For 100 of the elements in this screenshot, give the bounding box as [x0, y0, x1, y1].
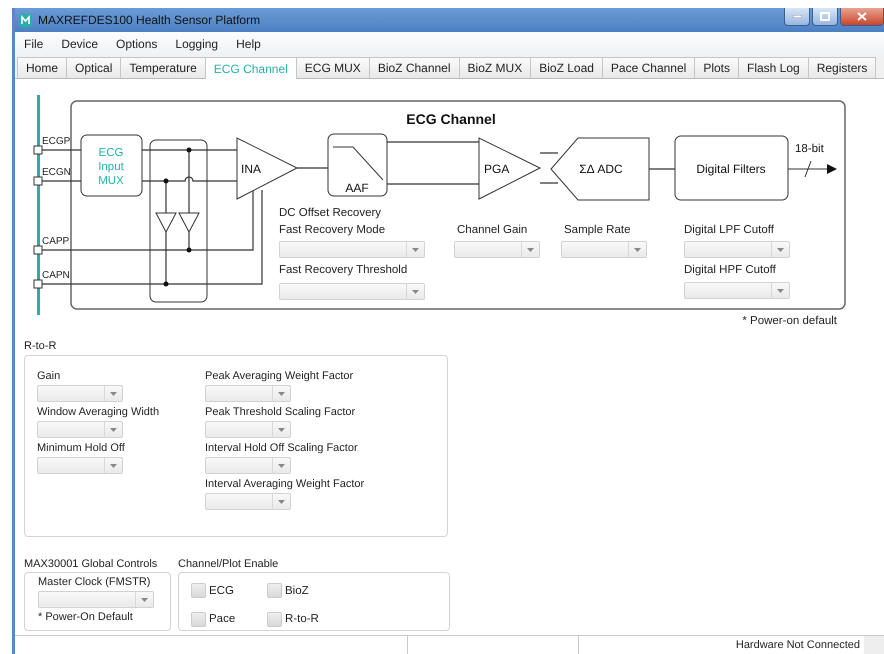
- tab[interactable]: BioZ Channel: [368, 57, 460, 78]
- group-title: MAX30001 Global Controls: [24, 558, 158, 570]
- field-label: Master Clock (FMSTR): [38, 576, 152, 588]
- dropdown[interactable]: [279, 283, 425, 300]
- dropdown[interactable]: [279, 241, 425, 258]
- caret-icon: [527, 248, 534, 252]
- dropdown[interactable]: [37, 421, 123, 438]
- field-label: Interval Averaging Weight Factor: [205, 478, 364, 490]
- tab[interactable]: BioZ MUX: [458, 57, 532, 78]
- caret-icon: [777, 288, 784, 292]
- tab[interactable]: Registers: [808, 57, 876, 78]
- close-button[interactable]: [840, 8, 884, 26]
- dropdown[interactable]: [37, 385, 123, 402]
- caret-icon: [412, 290, 419, 294]
- checkbox-label: R-to-R: [285, 613, 319, 626]
- checkbox-label: Pace: [209, 613, 236, 626]
- filters-label: Digital Filters: [696, 162, 766, 176]
- checkbox[interactable]: [267, 583, 282, 598]
- maximize-icon: [820, 12, 830, 21]
- caret-icon: [141, 598, 148, 602]
- footnote: * Power-on default: [742, 315, 837, 327]
- field-label: Digital HPF Cutoff: [684, 264, 776, 276]
- dropdown[interactable]: [454, 241, 540, 258]
- adc-label: ΣΔ ADC: [579, 162, 623, 176]
- pin-terminal: [34, 280, 42, 288]
- caret-icon: [110, 464, 117, 468]
- footnote: * Power-On Default: [38, 611, 134, 623]
- app-logo-icon: [19, 14, 32, 26]
- bit-width-label: 18-bit: [795, 143, 824, 155]
- tab[interactable]: Pace Channel: [602, 57, 696, 78]
- tab[interactable]: Flash Log: [738, 57, 809, 78]
- input-mux-block: [80, 134, 142, 196]
- field-label: Peak Threshold Scaling Factor: [205, 406, 356, 418]
- caret-icon: [634, 248, 641, 252]
- field-label: Sample Rate: [564, 224, 630, 236]
- mux-label: ECG: [98, 147, 124, 159]
- ina-amplifier: [236, 137, 298, 200]
- buffer-triangle: [155, 212, 177, 234]
- dropdown[interactable]: [37, 457, 123, 474]
- checkbox[interactable]: [267, 612, 282, 627]
- buffer-triangle: [178, 212, 200, 234]
- pin-terminal: [34, 176, 42, 186]
- tab[interactable]: Optical: [66, 57, 122, 78]
- field-label: Window Averaging Width: [37, 406, 160, 418]
- pga-label: PGA: [484, 162, 510, 176]
- dropdown[interactable]: [205, 385, 291, 402]
- caret-icon: [412, 248, 419, 252]
- dropdown[interactable]: [38, 591, 154, 608]
- maximize-button[interactable]: [812, 8, 838, 26]
- menu-item[interactable]: Options: [107, 37, 166, 51]
- window-title: MAXREFDES100 Health Sensor Platform: [38, 13, 260, 27]
- pin-terminal: [34, 246, 42, 254]
- lowpass-icon: [332, 146, 384, 180]
- checkbox-label: ECG: [209, 584, 234, 597]
- resize-grip[interactable]: [864, 636, 884, 654]
- tab[interactable]: BioZ Load: [530, 57, 603, 78]
- pin-label: ECGP: [42, 136, 70, 147]
- minimize-button[interactable]: [784, 8, 810, 26]
- field-label: Channel Gain: [457, 224, 528, 236]
- dropdown[interactable]: [561, 241, 647, 258]
- dropdown[interactable]: [205, 493, 291, 510]
- pin-label: ECGN: [42, 167, 71, 178]
- tab[interactable]: Plots: [694, 57, 739, 78]
- menu-item[interactable]: Logging: [166, 37, 228, 51]
- group-title: Channel/Plot Enable: [178, 558, 278, 570]
- checkbox[interactable]: [191, 612, 206, 627]
- dropdown[interactable]: [205, 457, 291, 474]
- dropdown[interactable]: [684, 282, 790, 299]
- menu-item[interactable]: File: [15, 37, 52, 51]
- aaf-label: AAF: [345, 181, 369, 195]
- caret-icon: [278, 464, 285, 468]
- caret-icon: [777, 248, 784, 252]
- output-arrow: [788, 160, 837, 178]
- checkbox-label: BioZ: [285, 584, 309, 597]
- minimize-icon: [792, 15, 802, 18]
- field-label: Digital LPF Cutoff: [684, 224, 774, 236]
- dropdown[interactable]: [205, 421, 291, 438]
- status-text: Hardware Not Connected: [736, 639, 860, 651]
- menu-item[interactable]: Device: [52, 37, 108, 51]
- tab[interactable]: ECG MUX: [296, 57, 370, 78]
- checkbox[interactable]: [191, 583, 206, 598]
- aaf-block: [328, 134, 388, 196]
- caret-icon: [110, 428, 117, 432]
- ina-label: INA: [241, 162, 262, 176]
- dropdown[interactable]: [684, 241, 790, 258]
- menu-item[interactable]: Help: [227, 37, 270, 51]
- section-heading: DC Offset Recovery: [279, 207, 382, 219]
- pin-label: CAPP: [42, 236, 70, 247]
- caret-icon: [278, 392, 285, 396]
- tab[interactable]: Temperature: [120, 57, 206, 78]
- field-label: Fast Recovery Mode: [279, 224, 386, 236]
- group-title: R-to-R: [24, 340, 58, 352]
- mux-label: Input: [98, 161, 124, 173]
- caret-icon: [278, 428, 285, 432]
- tab[interactable]: Home: [17, 57, 68, 78]
- pin-label: CAPN: [42, 270, 70, 281]
- mux-label: MUX: [98, 175, 124, 187]
- pga-amplifier: [478, 137, 542, 200]
- field-label: Minimum Hold Off: [37, 442, 126, 454]
- pin-terminal: [34, 146, 42, 154]
